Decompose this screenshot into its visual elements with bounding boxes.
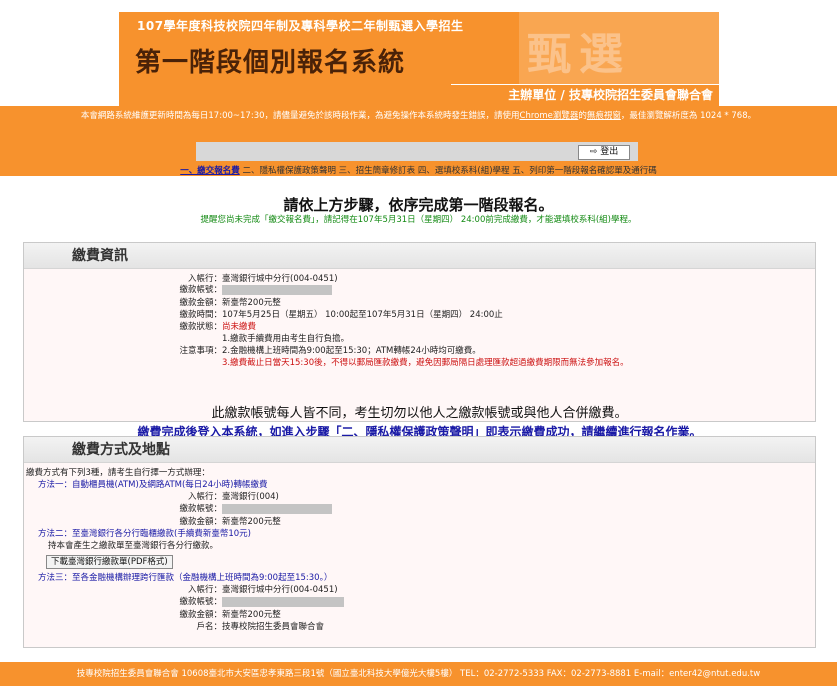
header-banner: 甄選 107學年度科技校院四年制及專科學校二年制甄選入學招生 第一階段個別報名系…	[119, 12, 719, 106]
status-value: 尚未繳費	[222, 322, 257, 332]
time-label: 繳款時間：	[179, 310, 222, 320]
notice-strip: 本會網路系統維護更新時間為每日17:00~17:30，請儘量避免於該時段作業，為…	[0, 106, 837, 176]
method-1-title: 方法一：自動櫃員機(ATM)及網路ATM(每日24小時)轉帳繳費	[38, 480, 268, 490]
m3-amount-row: 繳款金額：新臺幣200元整	[174, 608, 281, 620]
time-row: 繳款時間：107年5月25日（星期五） 10:00起至107年5月31日（星期四…	[174, 308, 503, 320]
m1-amount-value: 新臺幣200元整	[222, 517, 281, 527]
logout-label: 登出	[600, 147, 619, 157]
status-row: 繳款狀態：尚未繳費	[174, 320, 256, 332]
download-slip-button[interactable]: 下載臺灣銀行繳款單(PDF格式)	[46, 555, 173, 569]
page-title: 第一階段個別報名系統	[135, 48, 406, 78]
account-row: 繳款帳號：	[174, 283, 332, 295]
main-heading: 請依上方步驟，依序完成第一階段報名。	[283, 196, 554, 214]
banner-divider	[451, 84, 719, 85]
notice-text-c: ，最佳瀏覽解析度為 1024 * 768。	[620, 111, 757, 121]
banner-watermark: 甄選	[527, 29, 631, 80]
payment-info-title: 繳費資訊	[24, 243, 815, 269]
logout-button[interactable]: ⇨ 登出	[578, 145, 630, 160]
account-number-masked	[222, 284, 332, 295]
payment-methods-title: 繳費方式及地點	[24, 437, 815, 463]
m1-bank-value: 臺灣銀行(004)	[222, 492, 279, 502]
step-4-link[interactable]: 四、選填校系科(組)學程	[418, 166, 510, 176]
m3-bank-value: 臺灣銀行城中分行(004-0451)	[222, 585, 338, 595]
payment-methods-section: 繳費方式及地點 繳費方式有下列3種，請考生自行擇一方式辦理： 方法一：自動櫃員機…	[23, 436, 816, 648]
payment-info-body: 入帳行：臺灣銀行城中分行(004-0451) 繳款帳號： 繳款金額：新臺幣200…	[24, 269, 815, 439]
m3-account-row: 繳款帳號：	[174, 595, 344, 607]
notice-text-b: 的	[578, 111, 587, 121]
step-1-link[interactable]: 一、繳交報名費	[180, 166, 240, 176]
maintenance-notice: 本會網路系統維護更新時間為每日17:00~17:30，請儘量避免於該時段作業，為…	[10, 110, 827, 122]
user-info-box	[196, 142, 638, 161]
m3-name-label: 戶名：	[196, 622, 222, 632]
payment-info-section: 繳費資訊 入帳行：臺灣銀行城中分行(004-0451) 繳款帳號： 繳款金額：新…	[23, 242, 816, 439]
step-3-link[interactable]: 三、招生簡章修訂表	[339, 166, 416, 176]
m1-account-label: 繳款帳號：	[179, 504, 222, 514]
logout-arrow-icon: ⇨	[589, 147, 598, 157]
m3-account-label: 繳款帳號：	[179, 597, 222, 607]
amount-label: 繳款金額：	[179, 298, 222, 308]
m1-account-masked	[222, 503, 332, 514]
methods-intro: 繳費方式有下列3種，請考生自行擇一方式辦理：	[26, 468, 210, 478]
account-warning: 此繳款帳號每人皆不同，考生切勿以他人之繳款帳號或與他人合併繳費。	[211, 406, 628, 421]
m1-bank-label: 入帳行：	[187, 492, 222, 502]
m3-bank-row: 入帳行：臺灣銀行城中分行(004-0451)	[174, 583, 338, 595]
notice-text-a: 本會網路系統維護更新時間為每日17:00~17:30，請儘量避免於該時段作業，為…	[80, 111, 520, 121]
method-2-title: 方法二：至臺灣銀行各分行臨櫃繳款(手續費新臺幣10元)	[38, 529, 251, 539]
banner-top-line: 107學年度科技校院四年制及專科學校二年制甄選入學招生	[137, 19, 464, 33]
method-3-title: 方法三：至各金融機構辦理跨行匯款（金融機構上班時間為9:00起至15:30。）	[38, 573, 333, 583]
m3-account-masked	[222, 596, 344, 607]
chrome-link[interactable]: Chrome瀏覽器	[520, 111, 579, 121]
banner-organizer: 主辦單位 / 技專校院招生委員會聯合會	[508, 88, 713, 102]
notes-label: 注意事項：	[179, 346, 222, 356]
m1-account-row: 繳款帳號：	[174, 502, 332, 514]
step-5-link[interactable]: 五、列印第一階段報名確認單及通行碼	[512, 166, 657, 176]
amount-row: 繳款金額：新臺幣200元整	[174, 296, 281, 308]
payment-reminder: 提醒您尚未完成「繳交報名費」，請記得在107年5月31日（星期四） 24:00前…	[200, 215, 637, 225]
m3-bank-label: 入帳行：	[187, 585, 222, 595]
footer: 技專校院招生委員會聯合會 10608臺北市大安區忠孝東路三段1號（國立臺北科技大…	[0, 662, 837, 686]
m1-amount-row: 繳款金額：新臺幣200元整	[174, 515, 281, 527]
notes-row: 注意事項：2.金融機構上班時間為9:00起至15:30；ATM轉帳24小時均可繳…	[174, 344, 481, 356]
incognito-link[interactable]: 無痕視窗	[587, 111, 621, 121]
amount-value: 新臺幣200元整	[222, 298, 281, 308]
note-3: 3.繳費截止日當天15:30後，不得以郵局匯款繳費，避免因郵局隔日處理匯款超過繳…	[222, 358, 629, 368]
m3-amount-label: 繳款金額：	[179, 610, 222, 620]
payment-methods-body: 繳費方式有下列3種，請考生自行擇一方式辦理： 方法一：自動櫃員機(ATM)及網路…	[24, 463, 815, 647]
step-2-link[interactable]: 二、隱私權保護政策聲明	[242, 166, 336, 176]
account-label: 繳款帳號：	[179, 285, 222, 295]
m3-name-row: 戶名：技專校院招生委員會聯合會	[174, 620, 324, 632]
time-value: 107年5月25日（星期五） 10:00起至107年5月31日（星期四） 24:…	[222, 310, 503, 320]
status-label: 繳款狀態：	[179, 322, 222, 332]
m1-bank-row: 入帳行：臺灣銀行(004)	[174, 490, 279, 502]
note-2: 2.金融機構上班時間為9:00起至15:30；ATM轉帳24小時均可繳費。	[222, 346, 481, 356]
m3-amount-value: 新臺幣200元整	[222, 610, 281, 620]
m1-amount-label: 繳款金額：	[179, 517, 222, 527]
method-2-desc: 持本會產生之繳款單至臺灣銀行各分行繳款。	[48, 541, 219, 551]
m3-name-value: 技專校院招生委員會聯合會	[222, 622, 325, 632]
note-1: 1.繳款手續費用由考生自行負擔。	[222, 334, 350, 344]
step-nav: 一、繳交報名費 二、隱私權保護政策聲明 三、招生簡章修訂表 四、選填校系科(組)…	[0, 164, 837, 176]
